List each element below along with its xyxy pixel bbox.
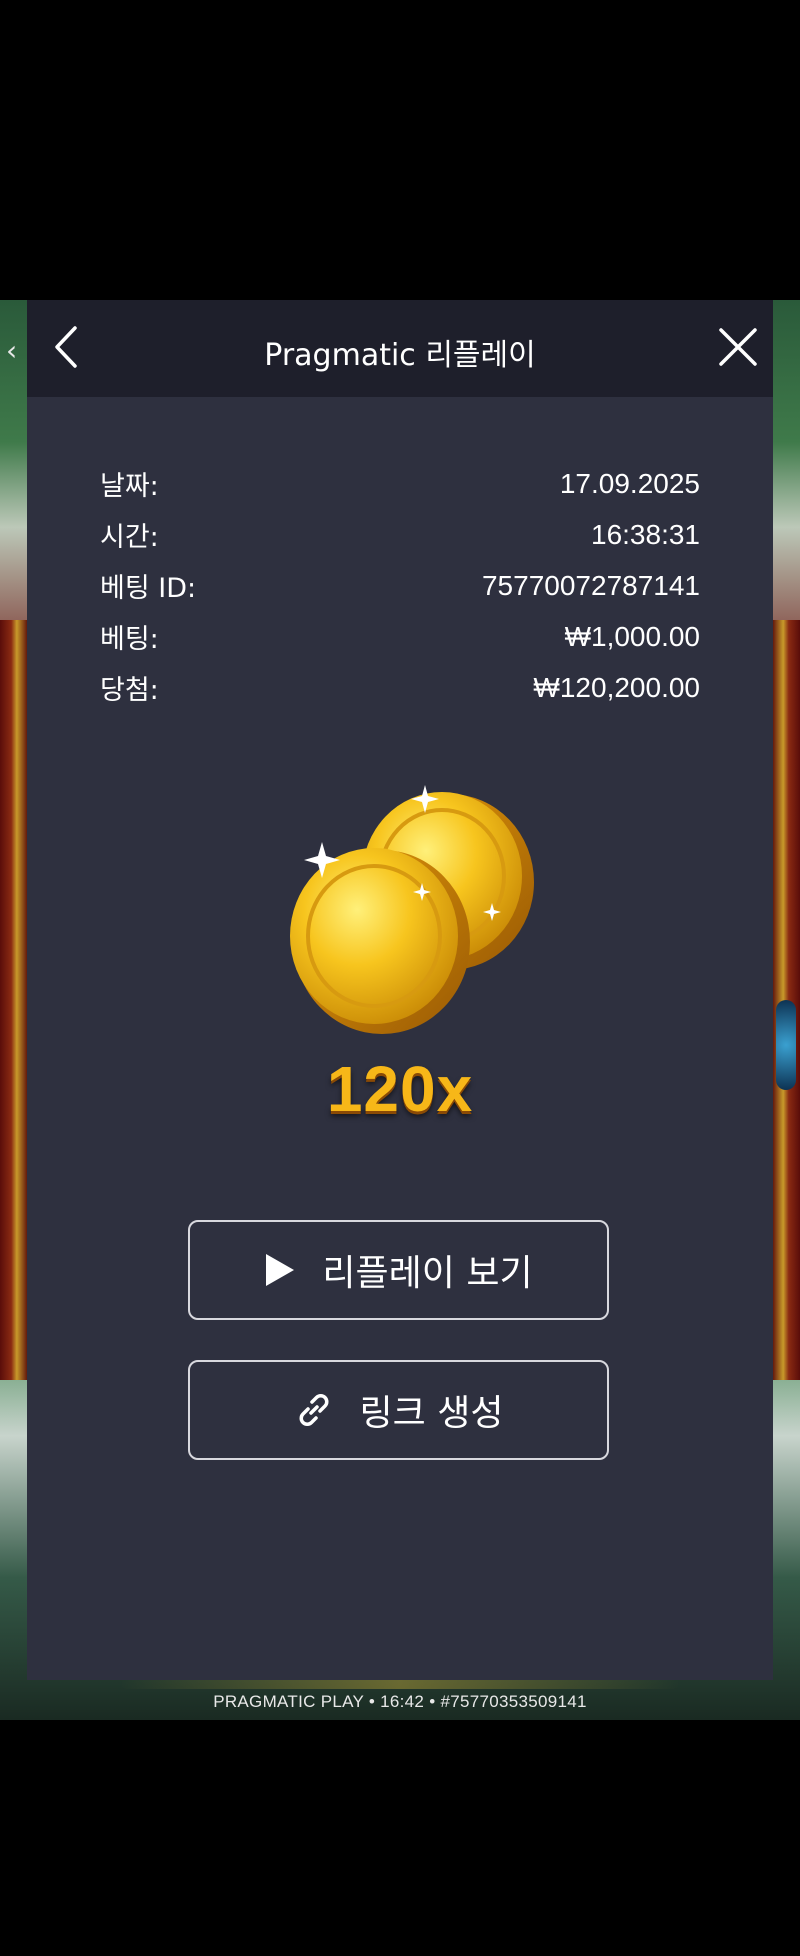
detail-row-win: 당첨: ₩120,200.00: [100, 662, 700, 713]
gold-coins-icon: [270, 770, 550, 1040]
detail-row-date: 날짜: 17.09.2025: [100, 458, 700, 509]
bet-details: 날짜: 17.09.2025 시간: 16:38:31 베팅 ID: 75770…: [100, 458, 700, 713]
win-value: ₩120,200.00: [533, 671, 700, 703]
bet-value: ₩1,000.00: [564, 620, 700, 652]
close-icon[interactable]: [713, 322, 763, 372]
date-value: 17.09.2025: [559, 467, 700, 499]
modal-header: Pragmatic 리플레이: [27, 300, 773, 397]
background-back-icon: ‹: [6, 334, 18, 367]
side-orb: [776, 1000, 796, 1090]
detail-row-time: 시간: 16:38:31: [100, 509, 700, 560]
view-replay-label: 리플레이 보기: [322, 1253, 533, 1294]
time-label: 시간:: [100, 522, 159, 553]
modal-title: Pragmatic 리플레이: [264, 338, 536, 373]
bet-id-label: 베팅 ID:: [100, 573, 197, 604]
win-label: 당첨:: [100, 675, 159, 706]
time-value: 16:38:31: [591, 518, 700, 550]
game-footer-info: PRAGMATIC PLAY • 16:42 • #75770353509141: [213, 1692, 587, 1711]
win-multiplier: 120x: [326, 1053, 474, 1125]
bet-id-value: 75770072787141: [481, 569, 700, 601]
detail-row-bet-id: 베팅 ID: 75770072787141: [100, 560, 700, 611]
replay-modal: Pragmatic 리플레이 날짜: 17.09.2025 시간: 16:38:…: [27, 300, 773, 1680]
bet-label: 베팅:: [100, 624, 159, 655]
date-label: 날짜:: [100, 471, 159, 502]
create-link-button[interactable]: 링크 생성: [188, 1360, 609, 1460]
detail-row-bet: 베팅: ₩1,000.00: [100, 611, 700, 662]
reel-frame-left: [0, 620, 28, 1380]
view-replay-button[interactable]: 리플레이 보기: [188, 1220, 609, 1320]
create-link-label: 링크 생성: [359, 1393, 504, 1434]
link-icon: [294, 1390, 334, 1430]
play-icon: [264, 1252, 296, 1288]
